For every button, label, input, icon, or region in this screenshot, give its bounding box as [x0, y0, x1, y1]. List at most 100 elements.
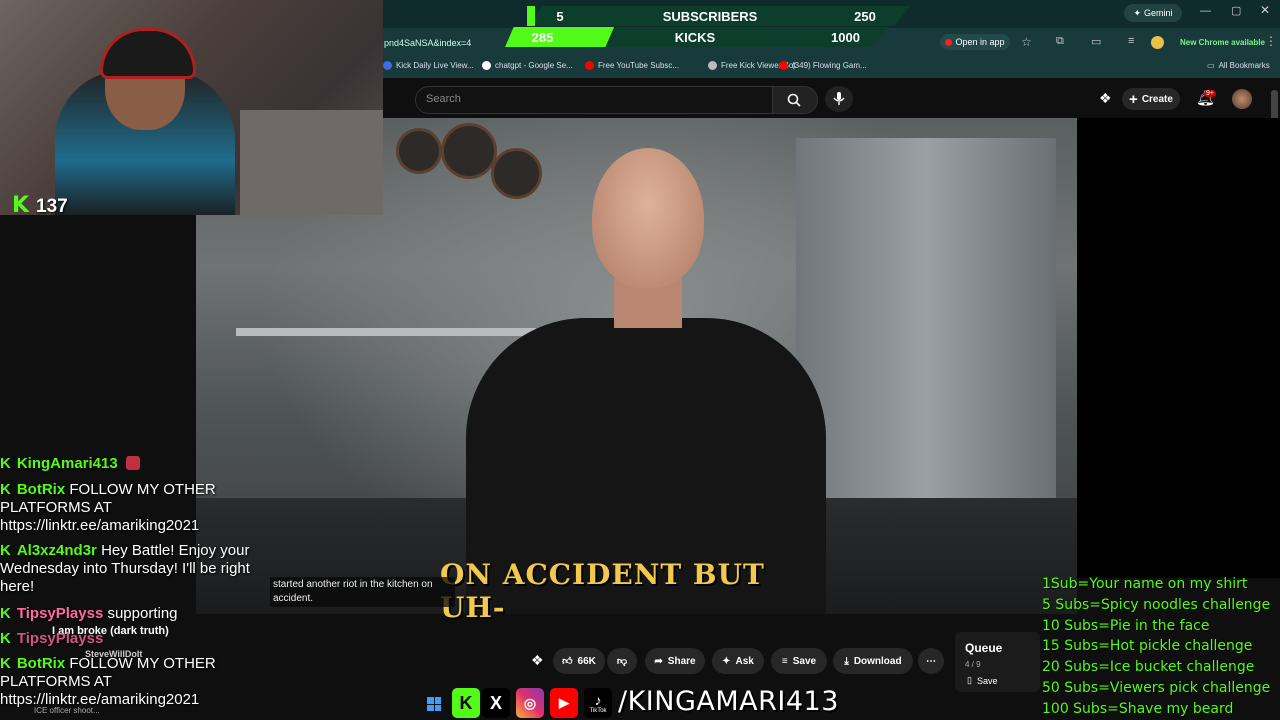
folder-icon: ▭ — [1207, 61, 1215, 70]
voice-search-button[interactable] — [825, 86, 853, 112]
kick-logo-icon: K — [12, 193, 30, 218]
queue-save-button[interactable]: ▯ Save — [967, 675, 997, 686]
youtube-small-icon — [945, 38, 953, 46]
plus-icon: + — [1129, 90, 1138, 108]
bookmark-label: Kick Daily Live View... — [396, 61, 474, 70]
youtube-icon — [585, 61, 594, 70]
extensions-icon[interactable]: ⧉ — [1056, 35, 1064, 48]
search-icon — [787, 93, 801, 107]
bookmark-1[interactable]: Kick Daily Live View... — [383, 61, 474, 70]
google-icon — [482, 61, 491, 70]
subs-current: 5 — [556, 8, 564, 24]
share-icon: ➦ — [654, 655, 663, 667]
kick-badge-icon: K — [0, 655, 11, 672]
windows-start-icon — [427, 697, 441, 711]
dislike-button[interactable]: 👎︎ — [607, 648, 637, 674]
bookmark-label: chatgpt - Google Se... — [495, 61, 573, 70]
pan-image — [441, 123, 497, 179]
streamer-cap — [100, 28, 196, 79]
gift-icon[interactable]: ❖ — [1099, 90, 1112, 107]
gemini-button[interactable]: ✦ Gemini — [1124, 4, 1182, 22]
save-button[interactable]: ≡ Save — [771, 648, 827, 674]
create-button[interactable]: + Create — [1122, 88, 1180, 110]
badge-icon — [125, 456, 140, 470]
subs-label: SUBSCRIBERS — [662, 8, 758, 24]
bookmark-label: Free YouTube Subsc... — [598, 61, 680, 70]
subs-target: 250 — [854, 8, 876, 24]
shelf-image — [236, 328, 536, 336]
share-label: Share — [667, 655, 696, 667]
goal-item: 5 Subs=Spicy noodles challenge — [1042, 596, 1271, 613]
subs-fill — [527, 6, 535, 26]
like-button[interactable]: 👍︎ 66K — [553, 648, 605, 674]
save-label: Save — [792, 655, 817, 667]
viewer-count: 137 — [36, 196, 68, 217]
share-button[interactable]: ➦ Share — [645, 648, 705, 674]
queue-title: Queue — [965, 641, 1003, 655]
download-label: Download — [853, 655, 902, 667]
youtube-icon: ▶ — [550, 688, 578, 718]
goal-item: 50 Subs=Viewers pick challenge — [1042, 679, 1271, 696]
pan-image — [396, 128, 442, 174]
new-chrome-label[interactable]: New Chrome available — [1180, 38, 1265, 47]
chat-text: supporting — [107, 605, 178, 622]
download-button[interactable]: ⤓ Download — [833, 648, 913, 674]
social-handle: /KINGAMARI413 — [618, 686, 839, 717]
minimize-icon[interactable]: — — [1200, 5, 1211, 17]
queue-position: 4 / 9 — [965, 660, 981, 669]
kick-badge-icon: K — [0, 542, 11, 559]
chat-user: TipsyPlayss — [16, 605, 104, 622]
all-bookmarks[interactable]: ▭ All Bookmarks — [1207, 61, 1270, 70]
kicks-current: 285 — [531, 29, 554, 45]
search-input[interactable]: Search — [415, 86, 774, 114]
video-subtitle: ON ACCIDENT BUT UH- — [440, 558, 765, 624]
open-in-app-button[interactable]: Open in app — [940, 34, 1010, 50]
microphone-icon — [833, 92, 845, 105]
x-icon: X — [482, 688, 510, 718]
like-count: 66K — [577, 655, 596, 667]
tiktok-glyph: ♪ — [594, 692, 602, 708]
reading-list-icon[interactable]: ≡ — [1128, 35, 1134, 47]
ask-button[interactable]: ✦ Ask — [712, 648, 764, 674]
goal-bar: 5 SUBSCRIBERS 250 285 KICKS 1000 — [505, 3, 910, 47]
closed-caption: started another riot in the kitchen on a… — [270, 577, 455, 607]
bookmark-3[interactable]: Free YouTube Subsc... — [585, 61, 679, 70]
chat-message: K TipsyPlayss supporting — [0, 605, 240, 623]
queue-panel[interactable]: Queue 4 / 9 ▯ Save — [955, 632, 1040, 692]
open-in-app-label: Open in app — [955, 37, 1005, 47]
bookmark-icon — [383, 61, 392, 70]
goal-item: 100 Subs=Shave my beard — [1042, 700, 1234, 717]
thumbs-up-icon: 👍︎ — [562, 656, 573, 667]
tab-search-icon[interactable]: ▭ — [1091, 35, 1101, 48]
chat-message: K KingAmari413 — [0, 455, 200, 473]
search-button[interactable] — [772, 86, 818, 114]
person-head — [592, 148, 704, 288]
notifications-badge: 9+ — [1204, 90, 1216, 97]
globe-icon — [708, 61, 717, 70]
bookmark-5[interactable]: (349) Flowing Gam... — [779, 61, 867, 70]
save-icon: ≡ — [781, 655, 788, 667]
ai-icon[interactable]: ❖ — [531, 652, 544, 669]
right-panel — [1077, 118, 1280, 578]
chat-user: BotRix — [16, 481, 66, 498]
chat-message: K BotRix FOLLOW MY OTHER PLATFORMS AT htt… — [0, 655, 250, 709]
goal-item: 20 Subs=Ice bucket challenge — [1042, 659, 1255, 676]
menu-dots-icon[interactable]: ⋮ — [1265, 34, 1277, 48]
webcam-overlay — [0, 0, 383, 215]
sparkle-icon: ✦ — [722, 655, 731, 667]
chat-user: BotRix — [16, 655, 66, 672]
url-text[interactable]: pnd4SaNSA&index=4 — [384, 38, 471, 48]
avatar[interactable] — [1232, 89, 1252, 109]
more-button[interactable]: ⋯ — [918, 648, 944, 674]
kicks-label: KICKS — [674, 29, 716, 45]
maximize-icon[interactable]: ▢ — [1231, 4, 1241, 17]
ask-label: Ask — [735, 655, 754, 667]
pan-image — [491, 148, 542, 199]
kick-badge-icon: K — [0, 630, 11, 647]
queue-save-label: Save — [976, 675, 998, 686]
profile-icon[interactable] — [1151, 36, 1164, 49]
bookmark-2[interactable]: chatgpt - Google Se... — [482, 61, 573, 70]
star-icon[interactable]: ☆ — [1021, 35, 1032, 49]
close-icon[interactable]: ✕ — [1260, 3, 1270, 17]
chat-overlay-video: ICE officer shoot... — [34, 706, 100, 715]
